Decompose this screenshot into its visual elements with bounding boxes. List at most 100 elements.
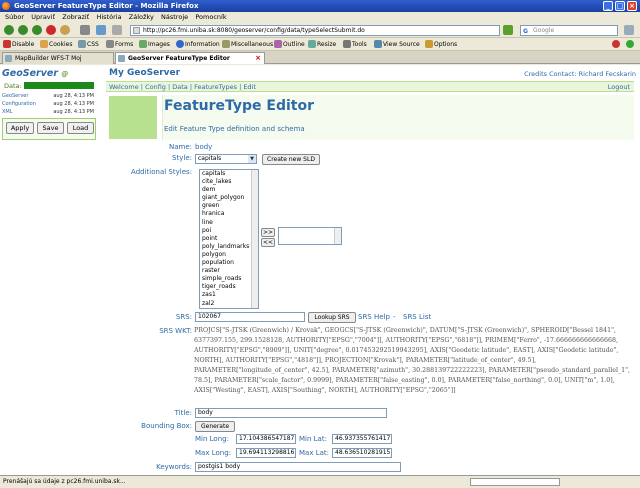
list-scrollbar[interactable] — [334, 228, 341, 244]
web-developer-toolbar: Disable Cookies CSS Forms Images Informa… — [0, 38, 640, 51]
breadcrumb-config[interactable]: Config — [145, 83, 166, 91]
max-lat-input[interactable]: 48.636510281915 — [332, 448, 392, 458]
min-long-input[interactable]: 17.104386547187 — [236, 434, 296, 444]
reload-icon[interactable] — [32, 25, 42, 35]
create-sld-button[interactable]: Create new SLD — [262, 154, 320, 165]
srs-help-link[interactable]: SRS Help — [358, 313, 390, 321]
keywords-input[interactable]: postgis1 body — [195, 462, 401, 472]
download-icon[interactable] — [96, 25, 106, 35]
tab-favicon-icon — [118, 55, 125, 62]
menu-tools[interactable]: Nástroje — [161, 12, 188, 22]
bbox-label: Bounding Box: — [141, 422, 192, 430]
menu-file[interactable]: Súbor — [5, 12, 24, 22]
load-button[interactable]: Load — [67, 122, 94, 134]
tab-mapbuilder[interactable]: MapBuilder WFS-T Moj — [2, 52, 114, 64]
save-button[interactable]: Save — [37, 122, 64, 134]
tab-label: GeoServer FeatureType Editor — [128, 55, 230, 62]
logout-link[interactable]: Logout — [608, 82, 630, 92]
go-button[interactable] — [503, 25, 513, 35]
tab-close-icon[interactable]: × — [255, 53, 261, 64]
menu-edit[interactable]: Upraviť — [31, 12, 55, 22]
devbar-miscellaneous[interactable]: Miscellaneous — [231, 40, 273, 49]
list-item[interactable]: raster — [200, 267, 258, 275]
contact-link[interactable]: Contact: Richard Fecskarin — [549, 70, 636, 78]
devbar-close-icon[interactable] — [612, 40, 620, 48]
list-item[interactable]: poly_landmarks — [200, 243, 258, 251]
devbar-css[interactable]: CSS — [87, 40, 99, 49]
bookmark-icon[interactable] — [112, 25, 122, 35]
list-item[interactable]: green — [200, 202, 258, 210]
breadcrumb-welcome[interactable]: Welcome — [109, 83, 139, 91]
list-item[interactable]: tiger_roads — [200, 283, 258, 291]
information-icon — [176, 40, 184, 48]
devbar-forms[interactable]: Forms — [115, 40, 133, 49]
list-item[interactable]: point — [200, 235, 258, 243]
back-icon[interactable] — [4, 25, 14, 35]
style-select[interactable]: capitals ▼ — [195, 154, 257, 164]
data-label: Data: — [4, 82, 22, 90]
minimize-button[interactable]: _ — [603, 1, 613, 11]
menu-history[interactable]: História — [96, 12, 121, 22]
list-item[interactable]: hranica — [200, 210, 258, 218]
srs-list-link[interactable]: SRS List — [403, 313, 431, 321]
menu-bookmarks[interactable]: Záložky — [129, 12, 154, 22]
devbar-options[interactable]: Options — [434, 40, 457, 49]
home-icon[interactable] — [60, 25, 70, 35]
breadcrumb-edit[interactable]: Edit — [243, 83, 256, 91]
forms-icon — [106, 40, 114, 48]
devbar-information[interactable]: Information — [185, 40, 220, 49]
breadcrumb-data[interactable]: Data — [172, 83, 188, 91]
forward-icon[interactable] — [18, 25, 28, 35]
menu-bar: Súbor Upraviť Zobraziť História Záložky … — [0, 12, 640, 22]
devbar-resize[interactable]: Resize — [317, 40, 336, 49]
list-item[interactable]: cite_lakes — [200, 178, 258, 186]
list-item[interactable]: population — [200, 259, 258, 267]
devbar-cookies[interactable]: Cookies — [49, 40, 73, 49]
move-right-button[interactable]: >> — [261, 228, 275, 237]
devbar-images[interactable]: Images — [148, 40, 170, 49]
list-scrollbar[interactable] — [251, 170, 258, 308]
credits-link[interactable]: Credits — [524, 70, 547, 78]
move-left-button[interactable]: << — [261, 238, 275, 247]
devbar-view-source[interactable]: View Source — [383, 40, 420, 49]
list-item[interactable]: poi — [200, 227, 258, 235]
print-icon[interactable] — [80, 25, 90, 35]
list-item[interactable]: capitals — [200, 170, 258, 178]
title-input[interactable]: body — [195, 408, 387, 418]
stop-icon[interactable] — [46, 25, 56, 35]
window-title: GeoServer FeatureType Editor - Mozilla F… — [14, 2, 199, 10]
list-item[interactable]: polygon — [200, 251, 258, 259]
apply-button[interactable]: Apply — [6, 122, 34, 134]
srs-input[interactable]: 102067 — [195, 312, 305, 322]
menu-view[interactable]: Zobraziť — [62, 12, 89, 22]
list-item[interactable]: giant_polygon — [200, 194, 258, 202]
close-button[interactable]: × — [627, 1, 637, 11]
list-item[interactable]: dem — [200, 186, 258, 194]
devbar-disable[interactable]: Disable — [12, 40, 34, 49]
srs-separator: - — [393, 313, 396, 321]
options-icon — [425, 40, 433, 48]
maximize-button[interactable]: □ — [615, 1, 625, 11]
list-item[interactable]: zas1 — [200, 291, 258, 299]
lookup-srs-button[interactable]: Lookup SRS — [308, 312, 356, 323]
devbar-outline[interactable]: Outline — [283, 40, 305, 49]
status-configuration: Configuration aug 28, 4:13 PM — [2, 101, 94, 107]
breadcrumb-featuretypes[interactable]: FeatureTypes — [194, 83, 237, 91]
generate-button[interactable]: Generate — [195, 421, 235, 432]
google-icon: G — [523, 28, 528, 35]
list-item[interactable]: simple_roads — [200, 275, 258, 283]
min-lat-input[interactable]: 46.937355761417 — [332, 434, 392, 444]
max-long-input[interactable]: 19.694113298816 — [236, 448, 296, 458]
selected-styles-list[interactable] — [278, 227, 342, 245]
resize-icon — [308, 40, 316, 48]
list-item[interactable]: zal2 — [200, 300, 258, 308]
page-content: GeoServer @ Data: GeoServer aug 28, 4:13 … — [0, 65, 640, 475]
search-box[interactable]: G Google — [520, 25, 618, 36]
additional-styles-list[interactable]: capitals cite_lakes dem giant_polygon gr… — [199, 169, 259, 309]
tab-geoserver-editor[interactable]: GeoServer FeatureType Editor × — [115, 52, 265, 64]
devbar-tools[interactable]: Tools — [352, 40, 367, 49]
list-item[interactable]: line — [200, 219, 258, 227]
menu-help[interactable]: Pomocník — [195, 12, 226, 22]
url-bar[interactable]: http://pc26.fmi.uniba.sk:8080/geoserver/… — [130, 25, 500, 36]
search-go-icon[interactable] — [624, 25, 634, 35]
